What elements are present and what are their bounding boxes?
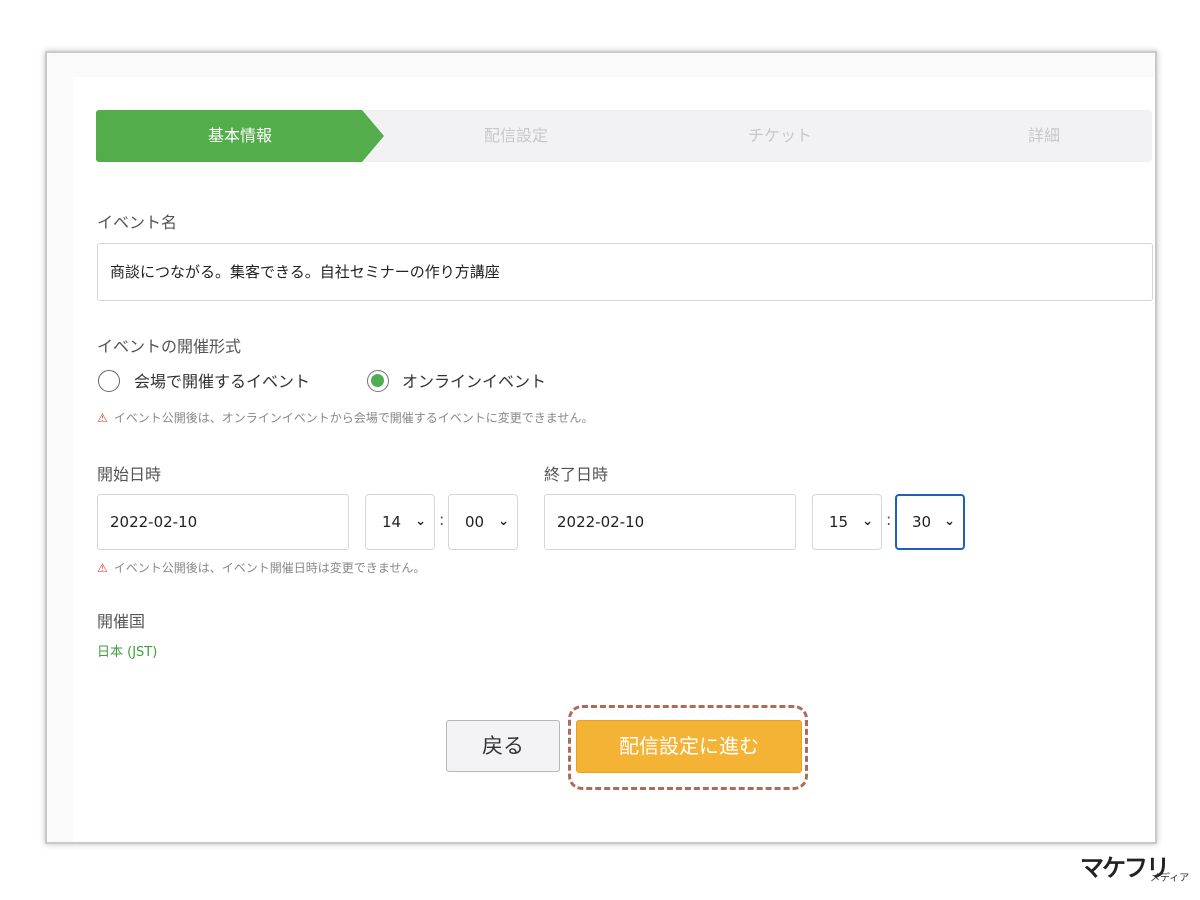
radio-online-event-label: オンラインイベント (402, 372, 547, 391)
chevron-down-icon: ⌄ (944, 514, 955, 529)
step-delivery-settings: 配信設定 (483, 126, 548, 145)
start-datetime-label: 開始日時 (97, 465, 162, 484)
start-minute-select[interactable]: 00 ⌄ (448, 494, 518, 550)
step-basic-info: 基本情報 (96, 110, 384, 162)
form-panel: 基本情報 配信設定 チケット 詳細 イベント名 商談につながる。集客できる。自社… (73, 77, 1155, 842)
format-warning-text: イベント公開後は、オンラインイベントから会場で開催するイベントに変更できません。 (113, 411, 594, 425)
radio-selected-dot (371, 374, 384, 387)
radio-venue-event-label: 会場で開催するイベント (134, 372, 311, 391)
back-button[interactable]: 戻る (446, 720, 560, 772)
warning-icon: ⚠ (97, 561, 108, 575)
start-time-colon: : (439, 510, 445, 529)
chevron-down-icon: ⌄ (415, 514, 426, 529)
radio-online-event[interactable] (367, 370, 389, 392)
end-datetime-label: 終了日時 (544, 465, 609, 484)
end-date-input[interactable]: 2022-02-10 (544, 494, 796, 550)
step-indicator: 基本情報 配信設定 チケット 詳細 (96, 110, 1152, 162)
radio-venue-event[interactable] (98, 370, 120, 392)
datetime-warning: ⚠ イベント公開後は、イベント開催日時は変更できません。 (97, 559, 425, 576)
start-hour-select[interactable]: 14 ⌄ (365, 494, 435, 550)
end-hour-select[interactable]: 15 ⌄ (812, 494, 882, 550)
start-minute-value: 00 (465, 513, 485, 531)
makefuri-media-logo: マケフリ メディア (1080, 848, 1190, 888)
start-hour-value: 14 (382, 513, 402, 531)
event-name-input[interactable]: 商談につながる。集客できる。自社セミナーの作り方講座 (97, 243, 1153, 301)
country-label: 開催国 (97, 612, 146, 631)
country-value: 日本 (JST) (97, 645, 158, 660)
logo-sub-text: メディア (1150, 873, 1190, 884)
step-details: 詳細 (1027, 126, 1060, 145)
app-window: 基本情報 配信設定 チケット 詳細 イベント名 商談につながる。集客できる。自社… (45, 51, 1157, 844)
step-tickets: チケット (747, 126, 812, 145)
chevron-down-icon: ⌄ (862, 514, 873, 529)
event-name-label: イベント名 (97, 213, 178, 232)
end-time-colon: : (886, 510, 892, 529)
end-minute-select[interactable]: 30 ⌄ (895, 494, 965, 550)
event-format-label: イベントの開催形式 (97, 337, 242, 356)
warning-icon: ⚠ (97, 411, 108, 425)
end-minute-value: 30 (912, 513, 932, 531)
proceed-to-delivery-settings-button[interactable]: 配信設定に進む (576, 720, 802, 773)
chevron-down-icon: ⌄ (498, 514, 509, 529)
start-date-input[interactable]: 2022-02-10 (97, 494, 349, 550)
datetime-warning-text: イベント公開後は、イベント開催日時は変更できません。 (113, 561, 426, 575)
end-hour-value: 15 (829, 513, 849, 531)
format-warning: ⚠ イベント公開後は、オンラインイベントから会場で開催するイベントに変更できません… (97, 409, 593, 426)
